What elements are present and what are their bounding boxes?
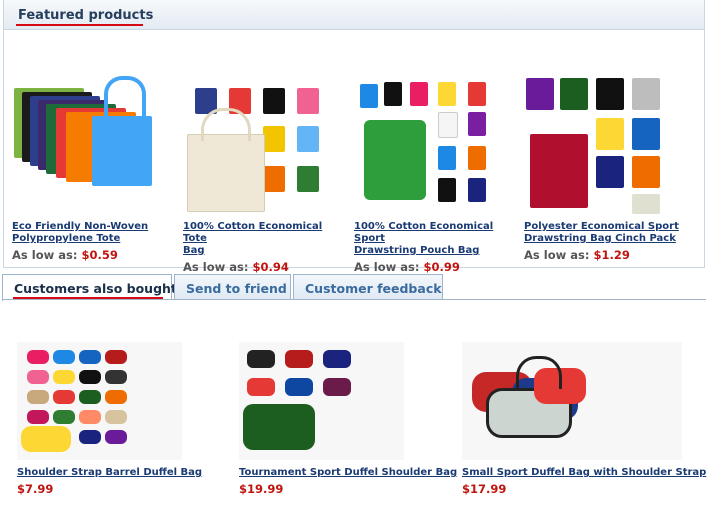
product-image-cotton-tote[interactable]: [183, 74, 331, 214]
product-tabs: Customers also bought Send to friend Cus…: [2, 274, 706, 301]
tab-label: Send to friend: [186, 281, 287, 296]
product-link[interactable]: 100% Cotton Economical Sport Drawstring P…: [354, 221, 514, 257]
tab-send-to-friend[interactable]: Send to friend: [174, 274, 291, 300]
product-link[interactable]: Polyester Economical Sport Drawstring Bag…: [524, 221, 684, 245]
also-bought-item-1: Shoulder Strap Barrel Duffel Bag $7.99: [17, 342, 237, 496]
product-link[interactable]: 100% Cotton Economical Tote Bag: [183, 221, 343, 257]
tab-label: Customer feedback: [305, 281, 442, 296]
product-image-tournament-duffel[interactable]: [239, 342, 404, 460]
product-price: As low as: $0.99: [354, 260, 460, 274]
product-image-small-sport-duffel[interactable]: [462, 342, 682, 460]
product-price: $7.99: [17, 482, 54, 496]
featured-product-2: 100% Cotton Economical Tote Bag As low as…: [183, 74, 343, 274]
featured-products-title: Featured products: [18, 8, 154, 23]
also-bought-item-3: Small Sport Duffel Bag with Shoulder Str…: [462, 342, 706, 496]
featured-products-panel: Featured products Eco Friendly Non-Woven…: [3, 0, 705, 274]
product-price: As low as: $0.59: [12, 248, 118, 262]
product-image-drawstring-pouch[interactable]: [354, 74, 502, 214]
featured-products-header: Featured products: [4, 0, 704, 30]
product-price: $17.99: [462, 482, 507, 496]
product-link[interactable]: Eco Friendly Non-Woven Polypropylene Tote: [12, 221, 172, 245]
tab-customers-also-bought[interactable]: Customers also bought: [2, 274, 177, 301]
product-image-tote-non-woven[interactable]: [12, 74, 160, 214]
tab-label: Customers also bought: [14, 281, 177, 296]
product-image-cinch-pack[interactable]: [524, 74, 672, 214]
featured-product-3: 100% Cotton Economical Sport Drawstring P…: [354, 74, 514, 274]
product-price: $19.99: [239, 482, 284, 496]
product-price: As low as: $0.94: [183, 260, 289, 274]
product-price: As low as: $1.29: [524, 248, 630, 262]
also-bought-panel: Shoulder Strap Barrel Duffel Bag $7.99 T…: [3, 300, 706, 506]
product-link[interactable]: Shoulder Strap Barrel Duffel Bag: [17, 467, 237, 478]
title-underline: [16, 24, 143, 26]
featured-product-1: Eco Friendly Non-Woven Polypropylene Tote…: [12, 74, 172, 262]
product-link[interactable]: Small Sport Duffel Bag with Shoulder Str…: [462, 467, 706, 478]
featured-product-4: Polyester Economical Sport Drawstring Bag…: [524, 74, 684, 262]
product-link[interactable]: Tournament Sport Duffel Shoulder Bag: [239, 467, 459, 478]
tab-customer-feedback[interactable]: Customer feedback: [293, 274, 443, 300]
product-image-barrel-duffel[interactable]: [17, 342, 182, 460]
also-bought-item-2: Tournament Sport Duffel Shoulder Bag $19…: [239, 342, 459, 496]
